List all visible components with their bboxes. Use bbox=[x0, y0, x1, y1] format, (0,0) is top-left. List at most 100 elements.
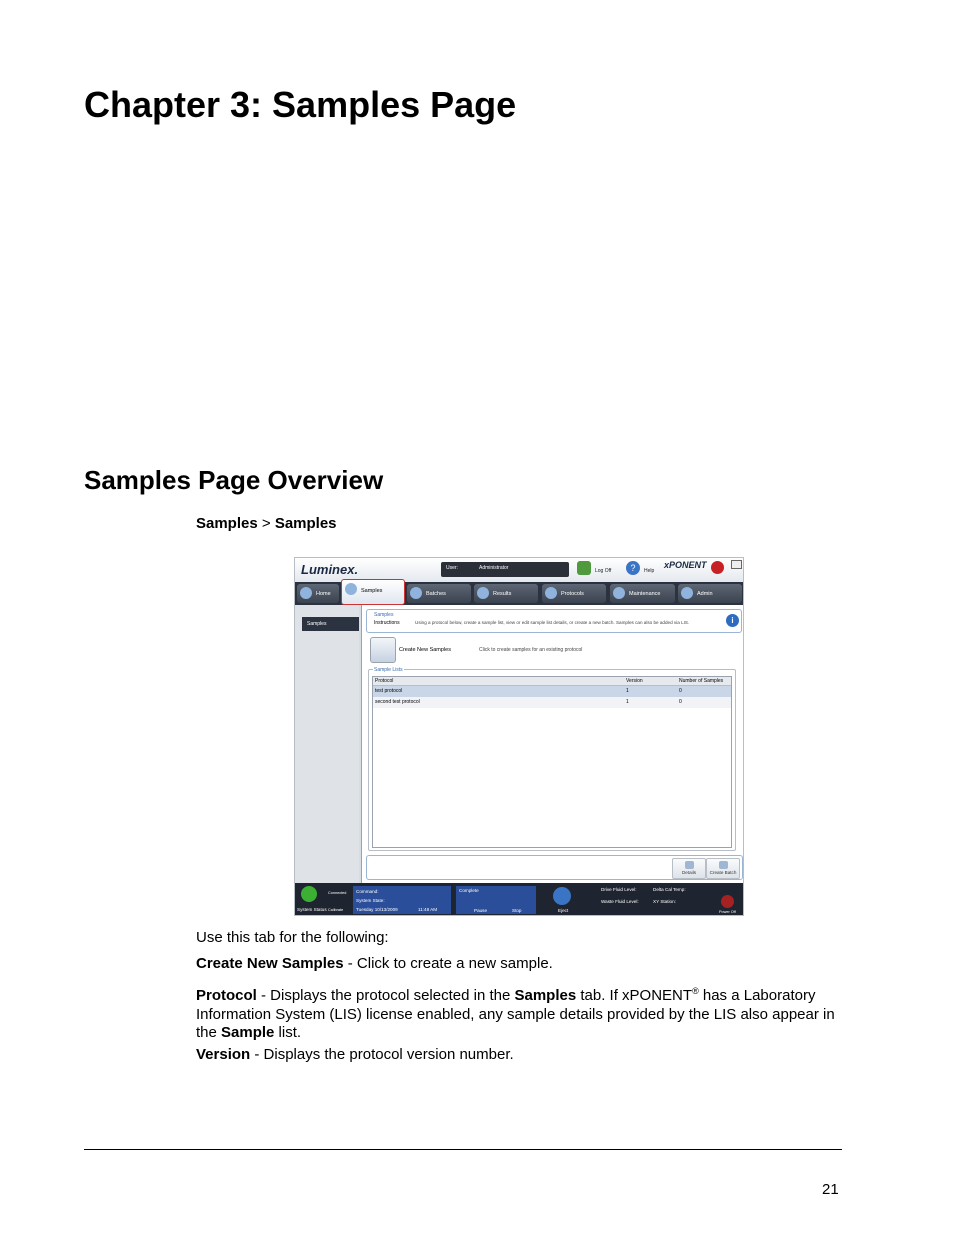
column-protocol[interactable]: Protocol bbox=[375, 678, 393, 684]
main-nav: Home Samples Batches Results Protocols M… bbox=[295, 579, 743, 605]
tab-home[interactable]: Home bbox=[297, 584, 339, 603]
tab-protocols-label: Protocols bbox=[561, 591, 584, 597]
intro-text: Use this tab for the following: bbox=[196, 929, 389, 946]
tab-batches-label: Batches bbox=[426, 591, 446, 597]
table-header: Protocol Version Number of Samples bbox=[373, 677, 731, 686]
item-create-new-samples: Create New Samples - Click to create a n… bbox=[196, 955, 846, 974]
log-off-label[interactable]: Log Off bbox=[595, 568, 611, 574]
command-label: Command: bbox=[356, 889, 379, 894]
create-samples-description: Click to create samples for an existing … bbox=[479, 647, 583, 653]
create-samples-icon[interactable] bbox=[370, 637, 396, 663]
complete-label: Complete bbox=[459, 888, 479, 893]
action-bar: Details Create Batch bbox=[366, 855, 743, 880]
run-progress-panel: Complete Pause Stop bbox=[456, 886, 536, 914]
instructions-heading: Samples bbox=[374, 612, 394, 618]
tab-admin[interactable]: Admin bbox=[678, 584, 742, 603]
item-desc: - Displays the protocol selected in the bbox=[256, 987, 515, 1004]
log-off-icon[interactable] bbox=[577, 561, 591, 575]
registered-mark: ® bbox=[692, 986, 699, 996]
create-batch-button-label: Create Batch bbox=[709, 870, 737, 875]
column-number-of-samples[interactable]: Number of Samples bbox=[679, 678, 723, 684]
samples-icon bbox=[345, 583, 357, 595]
instructions-text: Using a protocol below, create a sample … bbox=[415, 620, 690, 625]
sidebar-item-samples[interactable]: Samples bbox=[302, 617, 359, 631]
protocols-icon bbox=[545, 587, 557, 599]
breadcrumb-first: Samples bbox=[196, 515, 258, 532]
eject-label[interactable]: Eject bbox=[558, 908, 568, 913]
cell-protocol: second test protocol bbox=[375, 699, 420, 705]
user-value: Administrator bbox=[479, 565, 509, 571]
item-protocol: Protocol - Displays the protocol selecte… bbox=[196, 982, 846, 1043]
cell-version: 1 bbox=[626, 699, 629, 705]
create-batch-button[interactable]: Create Batch bbox=[706, 858, 740, 879]
tab-home-label: Home bbox=[316, 591, 331, 597]
waste-fluid-label: Waste Fluid Level: bbox=[601, 899, 639, 904]
tab-results-label: Results bbox=[493, 591, 512, 597]
window-control-icon[interactable] bbox=[731, 560, 742, 569]
page-number: 21 bbox=[822, 1181, 839, 1198]
tab-samples[interactable]: Samples bbox=[341, 579, 405, 605]
status-time: 11:48 AM bbox=[418, 907, 438, 912]
drive-fluid-label: Drive Fluid Level: bbox=[601, 887, 637, 892]
calibrate-label[interactable]: Calibrate bbox=[328, 908, 343, 912]
eject-icon[interactable] bbox=[553, 887, 571, 905]
section-title: Samples Page Overview bbox=[84, 465, 384, 495]
create-batch-icon bbox=[718, 861, 728, 869]
command-panel: Command: System State: Tuesday 10/13/200… bbox=[353, 886, 451, 914]
tab-maintenance[interactable]: Maintenance bbox=[610, 584, 675, 603]
delta-cal-temp-label: Delta Cal Temp: bbox=[653, 887, 686, 892]
column-version[interactable]: Version bbox=[626, 678, 643, 684]
create-new-samples-button[interactable]: Create New Samples bbox=[399, 647, 451, 653]
status-bar: System Status Connected Calibrate Comman… bbox=[295, 883, 743, 915]
tab-batches[interactable]: Batches bbox=[407, 584, 471, 603]
details-button[interactable]: Details bbox=[672, 858, 706, 879]
cell-count: 0 bbox=[679, 699, 682, 705]
info-icon[interactable]: i bbox=[726, 614, 739, 627]
breadcrumb-second: Samples bbox=[274, 515, 337, 532]
cell-protocol: test protocol bbox=[375, 688, 403, 694]
item-version: Version - Displays the protocol version … bbox=[196, 1046, 846, 1065]
magnifier-icon bbox=[684, 861, 694, 869]
help-icon[interactable]: ? bbox=[626, 561, 640, 575]
item-desc: - Click to create a new sample. bbox=[343, 955, 553, 972]
results-icon bbox=[477, 587, 489, 599]
luminex-logo: Luminex. bbox=[301, 562, 359, 577]
stop-button[interactable]: Stop bbox=[512, 908, 521, 913]
xy-station-label: XY Station: bbox=[653, 899, 676, 904]
tab-admin-label: Admin bbox=[697, 591, 713, 597]
table-row[interactable]: second test protocol 1 0 bbox=[373, 697, 731, 708]
cell-count: 0 bbox=[679, 688, 682, 694]
brand-badge-icon bbox=[711, 561, 724, 574]
connected-label: Connected bbox=[328, 891, 347, 895]
item-term: Version bbox=[196, 1046, 251, 1063]
user-label: User: bbox=[446, 565, 458, 571]
user-field: User: Administrator bbox=[441, 562, 569, 577]
item-emphasis: Samples bbox=[514, 987, 577, 1004]
power-off-label[interactable]: Power Off bbox=[719, 910, 736, 914]
breadcrumb: Samples > Samples bbox=[196, 515, 337, 532]
system-status-label[interactable]: System Status bbox=[297, 907, 327, 912]
sample-lists-group: Sample Lists Protocol Version Number of … bbox=[368, 667, 736, 851]
item-term: Create New Samples bbox=[196, 955, 344, 972]
details-button-label: Details bbox=[681, 870, 697, 875]
tab-maintenance-label: Maintenance bbox=[629, 591, 661, 597]
tab-results[interactable]: Results bbox=[474, 584, 538, 603]
sample-lists-title: Sample Lists bbox=[373, 667, 404, 673]
breadcrumb-separator: > bbox=[257, 515, 275, 532]
maintenance-icon bbox=[613, 587, 625, 599]
pause-button[interactable]: Pause bbox=[474, 908, 487, 913]
system-state-label: System State: bbox=[356, 898, 385, 903]
help-label[interactable]: Help bbox=[644, 568, 654, 574]
table-row[interactable]: test protocol 1 0 bbox=[373, 686, 731, 697]
tab-samples-label: Samples bbox=[361, 588, 383, 594]
tab-protocols[interactable]: Protocols bbox=[542, 584, 606, 603]
item-desc: - Displays the protocol version number. bbox=[250, 1046, 514, 1063]
admin-icon bbox=[681, 587, 693, 599]
item-emphasis: Sample bbox=[221, 1024, 275, 1041]
sidebar-item-label: Samples bbox=[307, 621, 327, 627]
item-term: Protocol bbox=[196, 987, 257, 1004]
cell-version: 1 bbox=[626, 688, 629, 694]
power-icon[interactable] bbox=[721, 895, 734, 908]
sample-lists-table: Protocol Version Number of Samples test … bbox=[372, 676, 732, 848]
instructions-panel: Samples Instructions Using a protocol be… bbox=[366, 609, 742, 633]
